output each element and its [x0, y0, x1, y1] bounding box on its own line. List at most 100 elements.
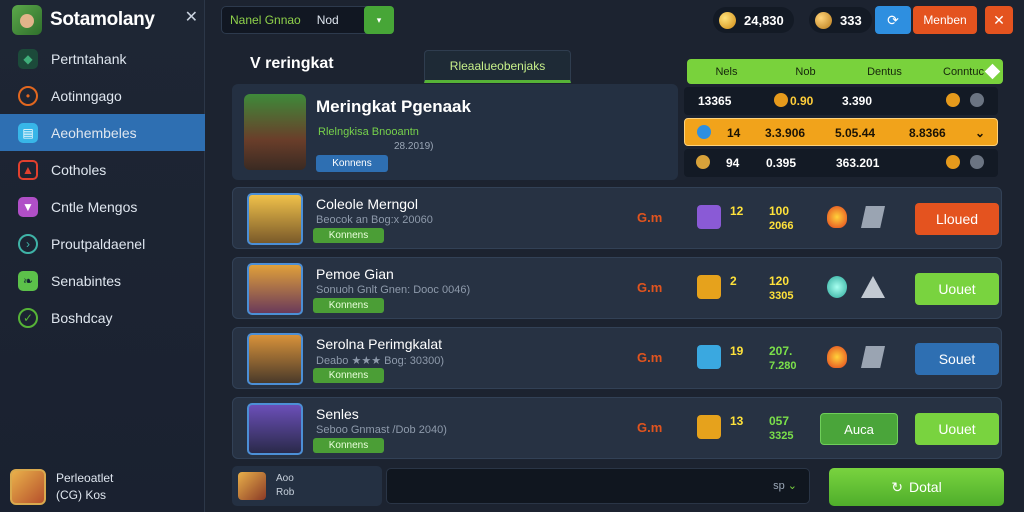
player-score: G.m — [637, 280, 663, 295]
brand-logo — [12, 5, 42, 35]
sidebar-item-4[interactable]: ▼ Cntle Mengos — [0, 188, 205, 225]
rock-icon — [861, 276, 885, 298]
player-score: G.m — [637, 420, 663, 435]
player-row[interactable]: Pemoe Gian Sonuoh Gnlt Gnen: Dooc 0046) … — [232, 257, 1002, 319]
flame-icon: ▲ — [18, 159, 38, 180]
filter-2[interactable]: Dentus — [845, 66, 924, 78]
coin-amount: 24,830 — [744, 12, 784, 28]
settings-icon[interactable] — [970, 155, 984, 169]
player-avatar — [247, 403, 303, 455]
lb-value-b: 0.90 — [790, 94, 814, 108]
player-rank: 19 — [730, 344, 744, 358]
player-stat-2: 7.280 — [769, 360, 797, 372]
secondary-action-button[interactable]: Auca — [820, 413, 898, 445]
leaderboard-row[interactable]: 13365 0.90 3.390 — [684, 87, 998, 115]
player-rank: 13 — [730, 414, 744, 428]
sidebar-item-7[interactable]: ✓ Boshdcay — [0, 299, 205, 336]
check-circle-icon: ✓ — [18, 307, 38, 328]
sidebar-item-label: Aeohembeles — [51, 124, 137, 141]
filter-0[interactable]: Nels — [687, 66, 766, 78]
player-avatar — [247, 333, 303, 385]
lb-value-d: 8.8366 — [909, 126, 946, 140]
crystal-icon — [827, 276, 847, 298]
featured-card[interactable]: Meringkat Pgenaak Rlelngkisa Bnooantn 28… — [232, 84, 678, 180]
top-bar: Nanel Gnnao Nod ▾ 24,830 333 ⟳ Menben ✕ — [205, 0, 1024, 40]
chevron-down-icon[interactable]: ⌄ — [975, 126, 985, 140]
item-icon — [697, 205, 721, 229]
action-button[interactable]: Lloued — [915, 203, 999, 235]
lb-value-b: 0.395 — [766, 156, 797, 170]
sidebar-item-0[interactable]: ◆ Pertntahank — [0, 40, 205, 77]
profile-sub: (CG) Kos — [56, 488, 107, 502]
player-stat-1: 207. — [769, 344, 793, 358]
lb-value-c: 5.05.44 — [835, 126, 876, 140]
rank-icon — [697, 125, 711, 139]
player-stat-1: 057 — [769, 414, 790, 428]
gem-icon — [815, 11, 832, 29]
player-sub: Seboo Gnmast /Dob 2040) — [316, 424, 447, 436]
player-row[interactable]: Serolna Perimgkalat Deabo ★★★ Bog: 30300… — [232, 327, 1002, 389]
player-rank: 12 — [730, 204, 744, 218]
featured-title: Meringkat Pgenaak — [316, 97, 471, 116]
player-stat-1: 100 — [769, 204, 790, 218]
sidebar-item-label: Aotinngago — [51, 87, 122, 104]
search-input[interactable]: Nanel Gnnao Nod ▾ — [221, 6, 394, 34]
action-button[interactable]: Uouet — [915, 413, 999, 445]
sidebar-item-5[interactable]: › Proutpaldaenel — [0, 225, 205, 262]
menu-button[interactable]: Menben — [913, 6, 977, 34]
close-sidebar-icon[interactable]: ✕ — [185, 7, 198, 27]
player-avatar — [247, 193, 303, 245]
filter-bar: Nels Nob Dentus Conntuc — [687, 59, 1003, 84]
lb-value-c: 363.201 — [836, 156, 880, 170]
sidebar-item-3[interactable]: ▲ Cotholes — [0, 151, 205, 188]
sidebar-item-1[interactable]: • Aotinngago — [0, 77, 205, 114]
player-sub: Deabo ★★★ Bog: 30300) — [316, 355, 445, 367]
sidebar-item-label: Senabintes — [51, 272, 122, 289]
lb-value-c: 3.390 — [842, 94, 873, 108]
profile-name: Perleoatlet — [56, 471, 114, 485]
item-icon — [697, 415, 721, 439]
leaderboard: 13365 0.90 3.390 14 3.3.906 5.05.44 8.83… — [684, 84, 1002, 180]
coin-icon — [946, 155, 960, 169]
player-badge: Konnens — [313, 368, 384, 383]
player-row[interactable]: Coleole Merngol Beocok an Bog:x 20060 Ko… — [232, 187, 1002, 249]
chat-input[interactable]: sp ⌄ — [386, 468, 810, 504]
lb-value-a: 14 — [727, 126, 741, 140]
refresh-button[interactable]: ⟳ — [875, 6, 911, 34]
player-stat-2: 3325 — [769, 430, 794, 442]
player-stat-2: 3305 — [769, 290, 794, 302]
player-name: Senles — [316, 406, 359, 422]
close-button[interactable]: ✕ — [985, 6, 1013, 34]
featured-avatar — [244, 94, 306, 170]
page-title: V reringkat — [250, 55, 334, 72]
search-dropdown-button[interactable]: ▾ — [364, 6, 394, 34]
item-icon — [697, 345, 721, 369]
coin-icon — [946, 93, 960, 107]
current-player-line2: Rob — [276, 487, 295, 498]
user-profile[interactable]: Perleoatlet (CG) Kos — [10, 466, 200, 508]
sidebar-item-label: Cntle Mengos — [51, 198, 138, 215]
detail-button[interactable]: ↻ Dotal — [829, 468, 1004, 506]
player-row[interactable]: Senles Seboo Gnmast /Dob 2040) Konnens G… — [232, 397, 1002, 459]
brand[interactable]: Sotamolany — [12, 4, 197, 36]
player-score: G.m — [637, 210, 663, 225]
leaderboard-row-highlight[interactable]: 14 3.3.906 5.05.44 8.8366 ⌄ — [684, 118, 998, 146]
action-button[interactable]: Uouet — [915, 273, 999, 305]
featured-button[interactable]: Konnens — [316, 155, 388, 172]
lb-value-b: 3.3.906 — [765, 126, 806, 140]
filter-1[interactable]: Nob — [766, 66, 845, 78]
sidebar-item-2[interactable]: ▤ Aeohembeles — [0, 114, 205, 151]
player-name: Pemoe Gian — [316, 266, 394, 282]
settings-icon[interactable] — [970, 93, 984, 107]
player-sub: Sonuoh Gnlt Gnen: Dooc 0046) — [316, 284, 471, 296]
sidebar-item-6[interactable]: ❧ Senabintes — [0, 262, 205, 299]
title-row: V reringkat Rleaalueobenjaks Nels Nob De… — [228, 50, 1008, 84]
search-label: Nanel Gnnao — [230, 13, 301, 27]
current-player-card[interactable]: Aoo Rob — [232, 466, 382, 506]
action-button[interactable]: Souet — [915, 343, 999, 375]
tab-active[interactable]: Rleaalueobenjaks — [424, 50, 571, 83]
gem-amount: 333 — [840, 12, 862, 28]
player-badge: Konnens — [313, 228, 384, 243]
coin-balance: 24,830 — [713, 7, 794, 33]
leaderboard-row[interactable]: 94 0.395 363.201 — [684, 149, 998, 177]
